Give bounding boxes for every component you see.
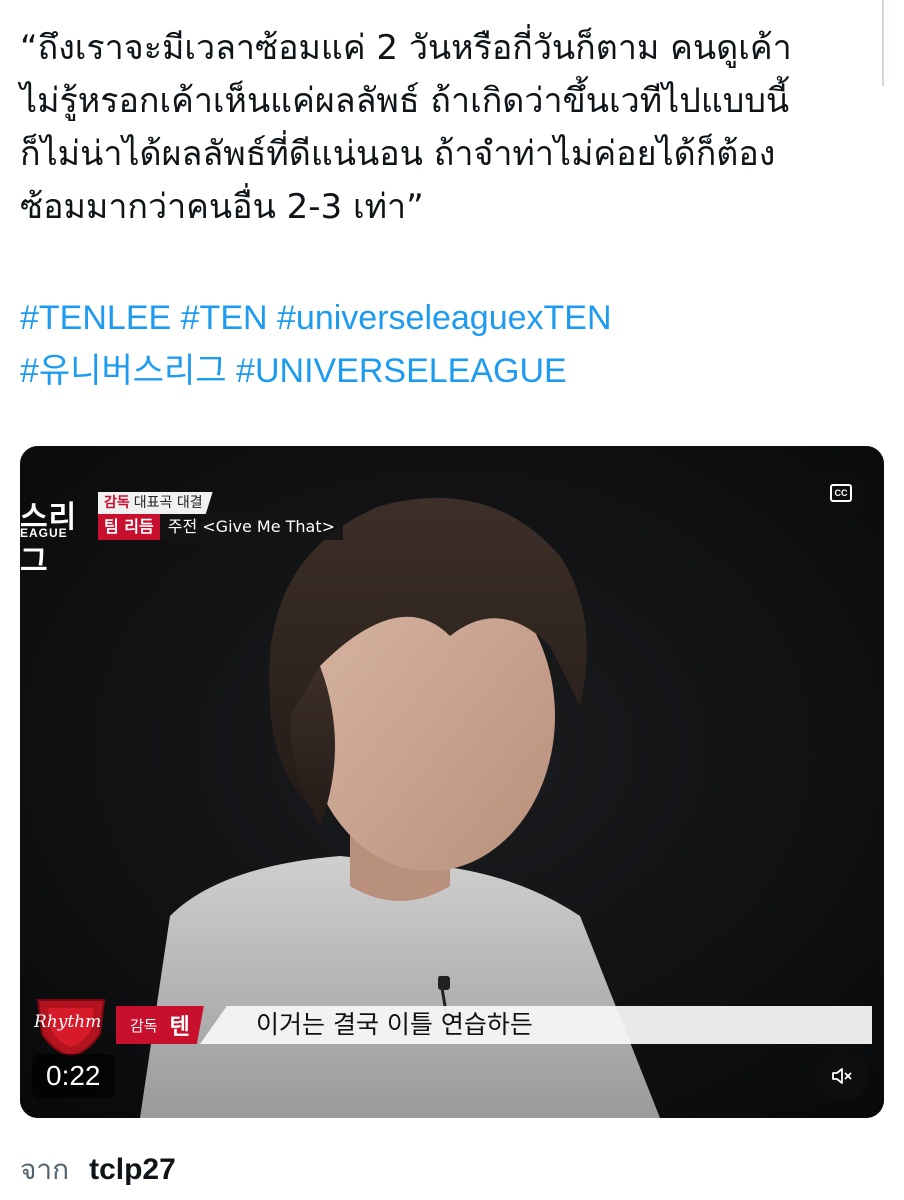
hashtag-link[interactable]: #TENLEE: [20, 299, 171, 337]
mute-button[interactable]: [816, 1050, 868, 1102]
team-badge-text: Rhythm: [34, 1012, 102, 1032]
chyron-team: 팀 리듬: [98, 514, 160, 540]
tweet-footer: จาก tclp27: [20, 1148, 176, 1192]
speaker-tag: 감독 텐: [116, 1006, 204, 1044]
tweet-text-line: “ถึงเราจะมีเวลาซ้อมแค่ 2 วันหรือกี่วันก็…: [20, 28, 792, 68]
show-logo: 스리그 EAGUE: [20, 492, 96, 578]
hashtag-link[interactable]: #TEN: [181, 299, 268, 337]
chyron-song-title: 주전 <Give Me That>: [159, 514, 344, 540]
hashtag-link[interactable]: #UNIVERSELEAGUE: [236, 352, 567, 390]
tweet-text-line: ซ้อมมากว่าคนอื่น 2-3 เท่า”: [20, 187, 424, 227]
video-player[interactable]: 스리그 EAGUE 감독 대표곡 대결 팀 리듬 주전 <Give Me That>…: [20, 446, 884, 1118]
speaker-role: 감독: [130, 1016, 158, 1035]
chyron-segment: 감독 대표곡 대결: [98, 492, 213, 514]
chyron-title: 팀 리듬 주전 <Give Me That>: [98, 514, 344, 540]
tweet-text-line: ไม่รู้หรอกเค้าเห็นแค่ผลลัพธ์ ถ้าเกิดว่าข…: [20, 81, 790, 121]
speaker-name: 텐: [169, 1015, 190, 1040]
right-edge-border: [882, 0, 884, 86]
hashtag-list: #TENLEE #TEN #universeleaguexTEN #유니버스리그…: [20, 292, 880, 398]
closed-captions-icon: CC: [830, 484, 852, 502]
subtitle-text: 이거는 결국 이틀 연습하든: [256, 1010, 533, 1039]
hashtag-link[interactable]: #유니버스리그: [20, 352, 227, 390]
author-handle-link[interactable]: tclp27: [89, 1153, 176, 1187]
closed-captions-button[interactable]: CC: [816, 468, 866, 518]
hashtag-link[interactable]: #universeleaguexTEN: [277, 299, 612, 337]
tweet-text-line: ก็ไม่น่าได้ผลลัพธ์ที่ดีแน่นอน ถ้าจำท่าไม…: [20, 134, 776, 174]
tweet-text: “ถึงเราจะมีเวลาซ้อมแค่ 2 วันหรือกี่วันก็…: [20, 22, 880, 234]
show-logo-english: EAGUE: [20, 526, 68, 540]
chyron-segment-text: 대표곡 대결: [133, 495, 203, 511]
chyron-tag: 감독: [104, 495, 130, 511]
from-label: จาก: [20, 1153, 70, 1186]
video-timestamp: 0:22: [32, 1054, 115, 1098]
speaker-muted-icon: [832, 1068, 852, 1084]
